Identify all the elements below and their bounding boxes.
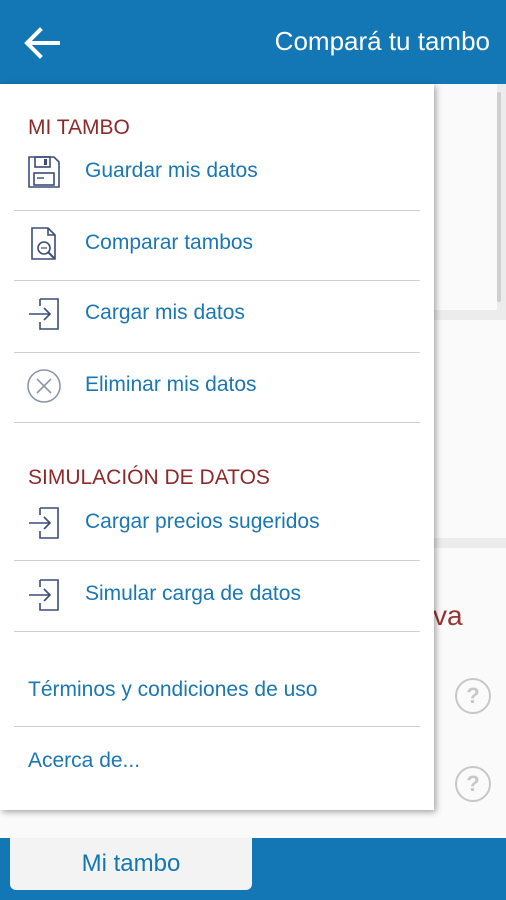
menu-item-simular-carga-de-datos[interactable]: Simular carga de datos xyxy=(14,560,420,630)
sign-in-icon xyxy=(29,507,59,539)
divider xyxy=(14,726,420,727)
menu-item-eliminar-mis-datos[interactable]: Eliminar mis datos xyxy=(14,351,420,421)
background-partial-text: va xyxy=(433,600,463,631)
divider xyxy=(14,422,420,423)
back-button[interactable] xyxy=(22,24,62,62)
terms-link[interactable]: Términos y condiciones de uso xyxy=(28,678,317,702)
scrollbar[interactable] xyxy=(497,92,501,302)
section-heading-simulacion: SIMULACIÓN DE DATOS xyxy=(28,466,270,489)
menu-item-cargar-mis-datos[interactable]: Cargar mis datos xyxy=(14,279,420,349)
menu-item-guardar-mis-datos[interactable]: Guardar mis datos xyxy=(14,137,420,207)
circle-x-icon xyxy=(27,369,61,403)
floppy-disk-icon xyxy=(28,156,60,188)
sign-in-icon xyxy=(29,298,59,330)
menu-item-label: Cargar mis datos xyxy=(85,301,245,324)
menu-item-label: Eliminar mis datos xyxy=(85,373,257,396)
page-title: Compará tu tambo xyxy=(274,26,490,56)
menu-item-label: Comparar tambos xyxy=(85,231,254,254)
navigation-drawer: MI TAMBO Guardar mis datos Comparar tamb… xyxy=(0,84,434,810)
menu-item-label: Guardar mis datos xyxy=(85,159,258,182)
menu-item-label: Cargar precios sugeridos xyxy=(85,510,320,533)
document-search-icon xyxy=(31,227,56,260)
sign-in-icon xyxy=(29,579,59,611)
tab-mi-tambo[interactable]: Mi tambo xyxy=(10,838,252,890)
arrow-left-icon xyxy=(24,27,60,59)
menu-item-cargar-precios-sugeridos[interactable]: Cargar precios sugeridos xyxy=(14,488,420,558)
app-bar: Compará tu tambo xyxy=(0,0,506,84)
menu-item-label: Simular carga de datos xyxy=(85,582,301,605)
menu-item-comparar-tambos[interactable]: Comparar tambos xyxy=(14,209,420,279)
about-link[interactable]: Acerca de... xyxy=(28,749,140,773)
divider xyxy=(14,631,420,632)
help-icon[interactable]: ? xyxy=(455,678,491,714)
help-icon[interactable]: ? xyxy=(455,766,491,802)
